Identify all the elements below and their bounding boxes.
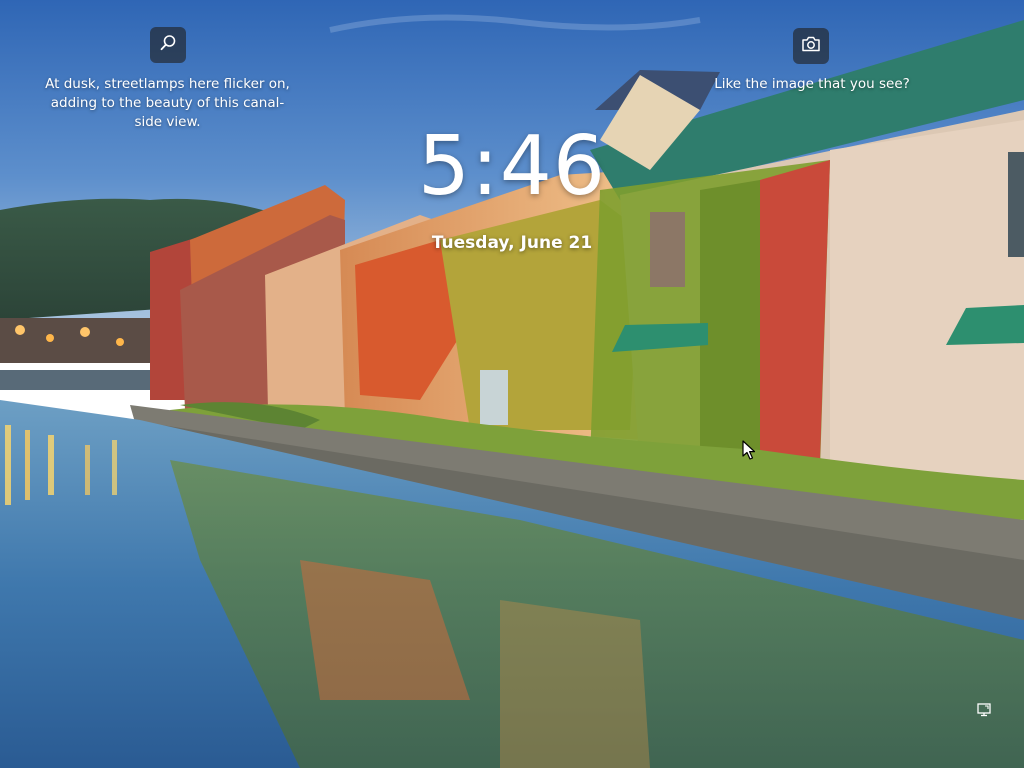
clock-time: 5:46 [417,119,607,214]
spotlight-like-button[interactable] [793,28,829,64]
spotlight-like-text[interactable]: Like the image that you see? [712,75,912,94]
clock-date: Tuesday, June 21 [431,233,593,253]
spotlight-fact-text[interactable]: At dusk, streetlamps here flicker on, ad… [40,75,295,132]
cursor-icon [742,440,756,460]
lock-screen[interactable]: At dusk, streetlamps here flicker on, ad… [0,0,1024,768]
search-icon [159,34,177,56]
network-status-button[interactable] [972,700,996,724]
spotlight-fact-button[interactable] [150,27,186,63]
network-icon [976,702,992,722]
camera-icon [801,35,821,57]
